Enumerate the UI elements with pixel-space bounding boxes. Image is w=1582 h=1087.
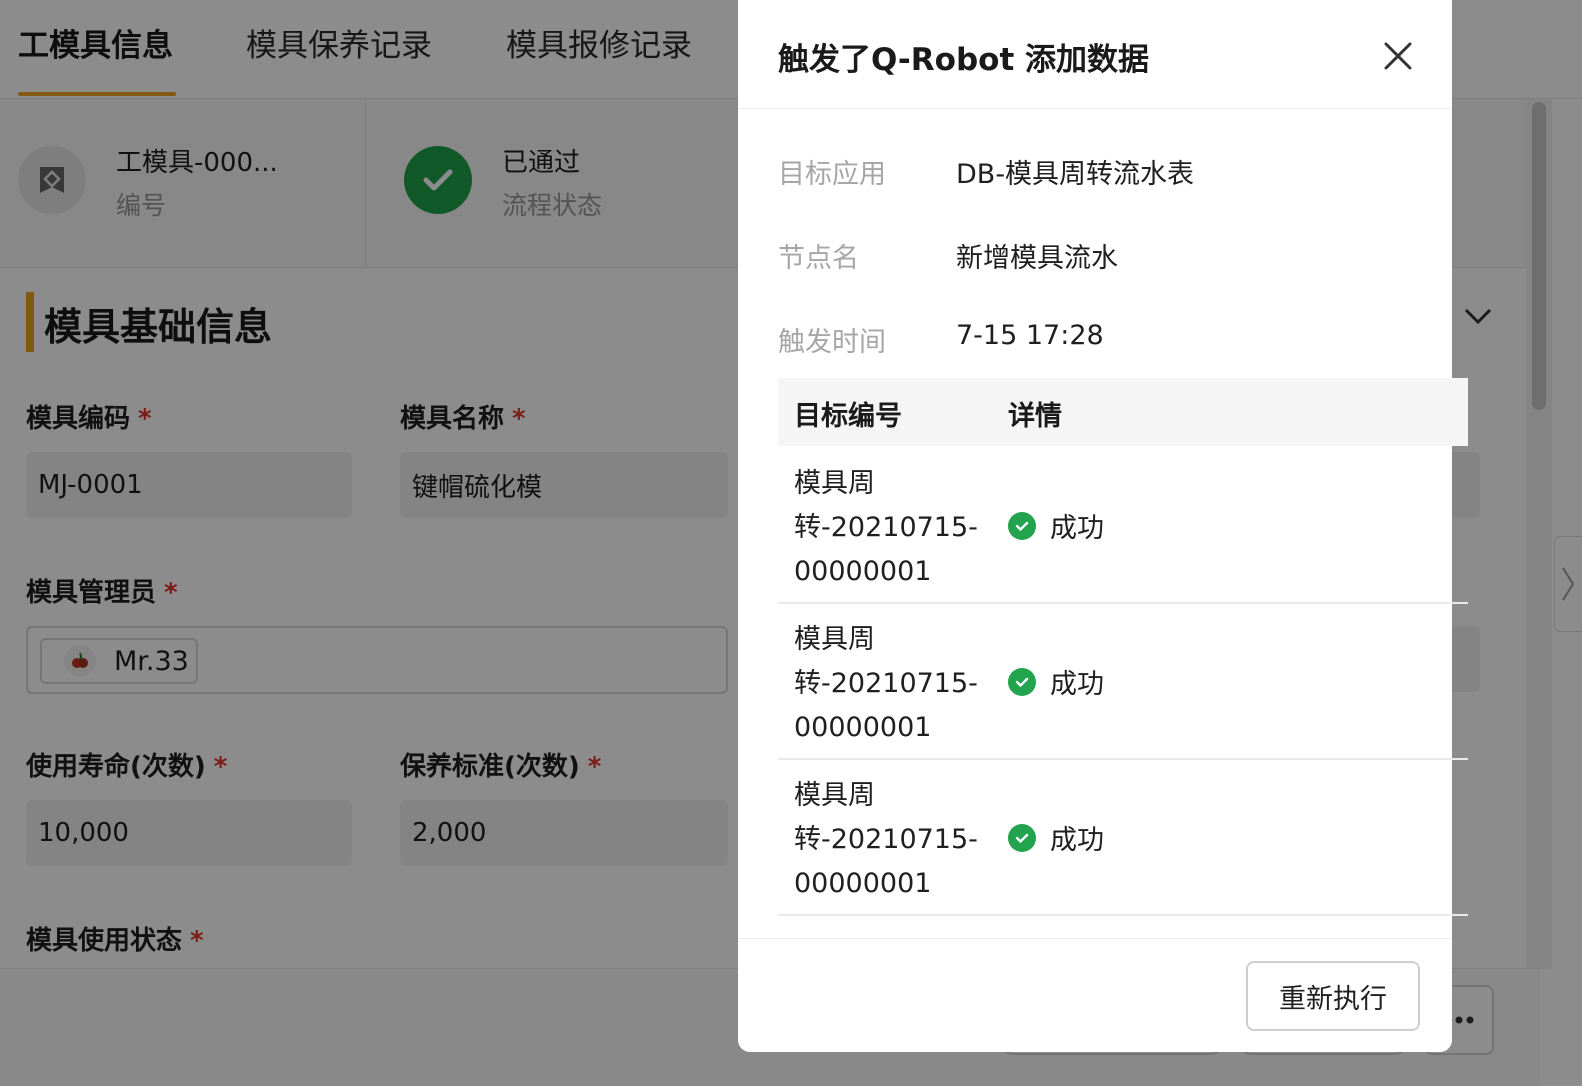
dialog-title: 触发了Q-Robot 添加数据 <box>778 42 1150 78</box>
target-id-line: 转-20210715- <box>794 512 978 543</box>
rerun-button[interactable]: 重新执行 <box>1246 961 1420 1031</box>
status-text: 成功 <box>1050 669 1104 700</box>
success-check-icon <box>1008 511 1036 540</box>
status-cell: 成功 <box>1008 662 1104 701</box>
result-table-header: 目标编号 详情 <box>778 378 1468 446</box>
node-name-label: 节点名 <box>778 243 859 274</box>
trigger-time-value: 7-15 17:28 <box>956 320 1104 351</box>
status-text: 成功 <box>1050 513 1104 544</box>
column-target-id: 目标编号 <box>794 401 902 432</box>
close-icon[interactable] <box>1378 36 1418 76</box>
table-row: 模具周 转-20210715- 00000001 成功 <box>778 604 1468 760</box>
trigger-time-label: 触发时间 <box>778 327 886 358</box>
status-text: 成功 <box>1050 825 1104 856</box>
node-name-value: 新增模具流水 <box>956 243 1118 274</box>
target-id-line: 模具周 <box>794 468 875 499</box>
status-cell: 成功 <box>1008 818 1104 857</box>
target-id-cell[interactable]: 模具周 转-20210715- 00000001 <box>794 618 994 750</box>
target-id-line: 转-20210715- <box>794 824 978 855</box>
target-id-line: 模具周 <box>794 780 875 811</box>
target-id-line: 模具周 <box>794 624 875 655</box>
target-id-line: 00000001 <box>794 712 932 743</box>
table-row: 模具周 转-20210715- 00000001 成功 <box>778 760 1468 916</box>
status-cell: 成功 <box>1008 506 1104 545</box>
target-id-line: 00000001 <box>794 868 932 899</box>
robot-log-dialog: 触发了Q-Robot 添加数据 目标应用 DB-模具周转流水表 节点名 新增模具… <box>738 0 1468 1053</box>
target-app-value: DB-模具周转流水表 <box>956 159 1195 190</box>
target-id-cell[interactable]: 模具周 转-20210715- 00000001 <box>794 774 994 906</box>
target-app-label: 目标应用 <box>778 159 886 190</box>
dialog-footer: 重新执行 <box>738 938 1452 1053</box>
dialog-header: 触发了Q-Robot 添加数据 <box>738 0 1452 109</box>
target-id-line: 00000001 <box>794 556 932 587</box>
table-row: 模具周 转-20210715- 00000001 成功 <box>778 448 1468 604</box>
target-id-line: 转-20210715- <box>794 668 978 699</box>
target-id-cell[interactable]: 模具周 转-20210715- 00000001 <box>794 462 994 594</box>
success-check-icon <box>1008 823 1036 852</box>
column-details: 详情 <box>1008 401 1062 432</box>
success-check-icon <box>1008 667 1036 696</box>
